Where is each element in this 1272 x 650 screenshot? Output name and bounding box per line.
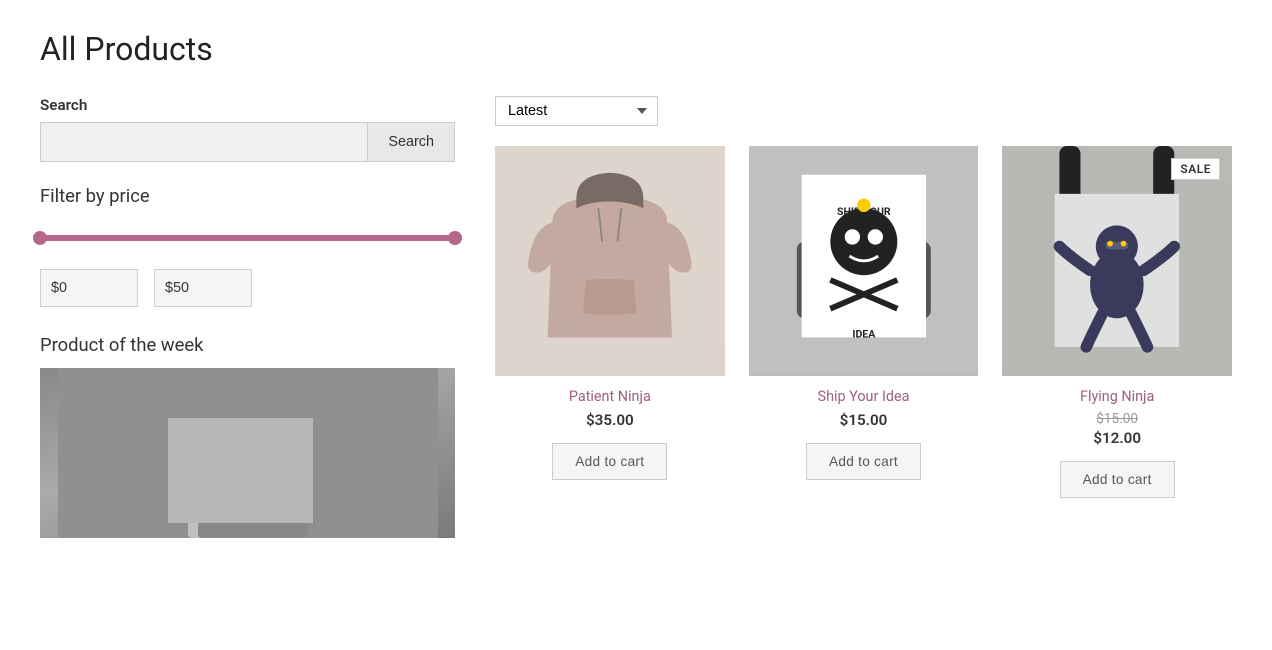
product-card: Patient Ninja $35.00 Add to cart xyxy=(495,146,725,498)
ship-your-idea-illustration: SHIP YOUR IDEA xyxy=(749,146,979,376)
product-old-price-flying-ninja: $15.00 xyxy=(1096,411,1138,427)
product-card: SALE xyxy=(1002,146,1232,498)
potw-image-inner xyxy=(40,368,455,538)
search-button[interactable]: Search xyxy=(367,122,455,162)
product-name-ship-your-idea[interactable]: Ship Your Idea xyxy=(818,388,910,405)
flying-ninja-illustration xyxy=(1002,146,1232,376)
product-name-patient-ninja[interactable]: Patient Ninja xyxy=(569,388,651,405)
product-price-ship-your-idea: $15.00 xyxy=(840,411,888,429)
patient-ninja-illustration xyxy=(495,146,725,376)
slider-fill xyxy=(40,235,455,241)
add-to-cart-flying-ninja[interactable]: Add to cart xyxy=(1060,461,1175,498)
price-min-input[interactable]: $0 xyxy=(40,269,138,307)
potw-image xyxy=(40,368,455,538)
product-card: SHIP YOUR IDEA Ship Your Idea $15.00 Add… xyxy=(749,146,979,498)
price-max-input[interactable]: $50 xyxy=(154,269,252,307)
sort-select[interactable]: Latest Price: Low to High Price: High to… xyxy=(495,96,658,126)
sale-badge: SALE xyxy=(1171,158,1220,180)
slider-track xyxy=(40,235,455,241)
slider-thumb-min[interactable] xyxy=(33,231,47,245)
product-name-flying-ninja[interactable]: Flying Ninja xyxy=(1080,388,1154,405)
filter-by-price-title: Filter by price xyxy=(40,186,455,207)
add-to-cart-patient-ninja[interactable]: Add to cart xyxy=(552,443,667,480)
product-price-patient-ninja: $35.00 xyxy=(586,411,634,429)
page-title: All Products xyxy=(40,30,1232,68)
product-price-flying-ninja: $12.00 xyxy=(1093,429,1141,447)
potw-title: Product of the week xyxy=(40,335,455,356)
sidebar: Search Search Filter by price $0 $50 Pro… xyxy=(40,96,455,538)
slider-thumb-max[interactable] xyxy=(448,231,462,245)
products-grid: Patient Ninja $35.00 Add to cart xyxy=(495,146,1232,498)
search-input[interactable] xyxy=(40,122,367,162)
product-image-patient-ninja xyxy=(495,146,725,376)
search-row: Search xyxy=(40,122,455,162)
price-slider[interactable] xyxy=(40,223,455,253)
add-to-cart-ship-your-idea[interactable]: Add to cart xyxy=(806,443,921,480)
sort-row: Latest Price: Low to High Price: High to… xyxy=(495,96,1232,126)
price-inputs: $0 $50 xyxy=(40,269,455,307)
potw-illustration xyxy=(58,368,438,538)
main-content: Latest Price: Low to High Price: High to… xyxy=(495,96,1232,538)
product-image-ship-your-idea: SHIP YOUR IDEA xyxy=(749,146,979,376)
svg-text:IDEA: IDEA xyxy=(852,327,876,340)
product-image-flying-ninja: SALE xyxy=(1002,146,1232,376)
search-label: Search xyxy=(40,96,455,114)
